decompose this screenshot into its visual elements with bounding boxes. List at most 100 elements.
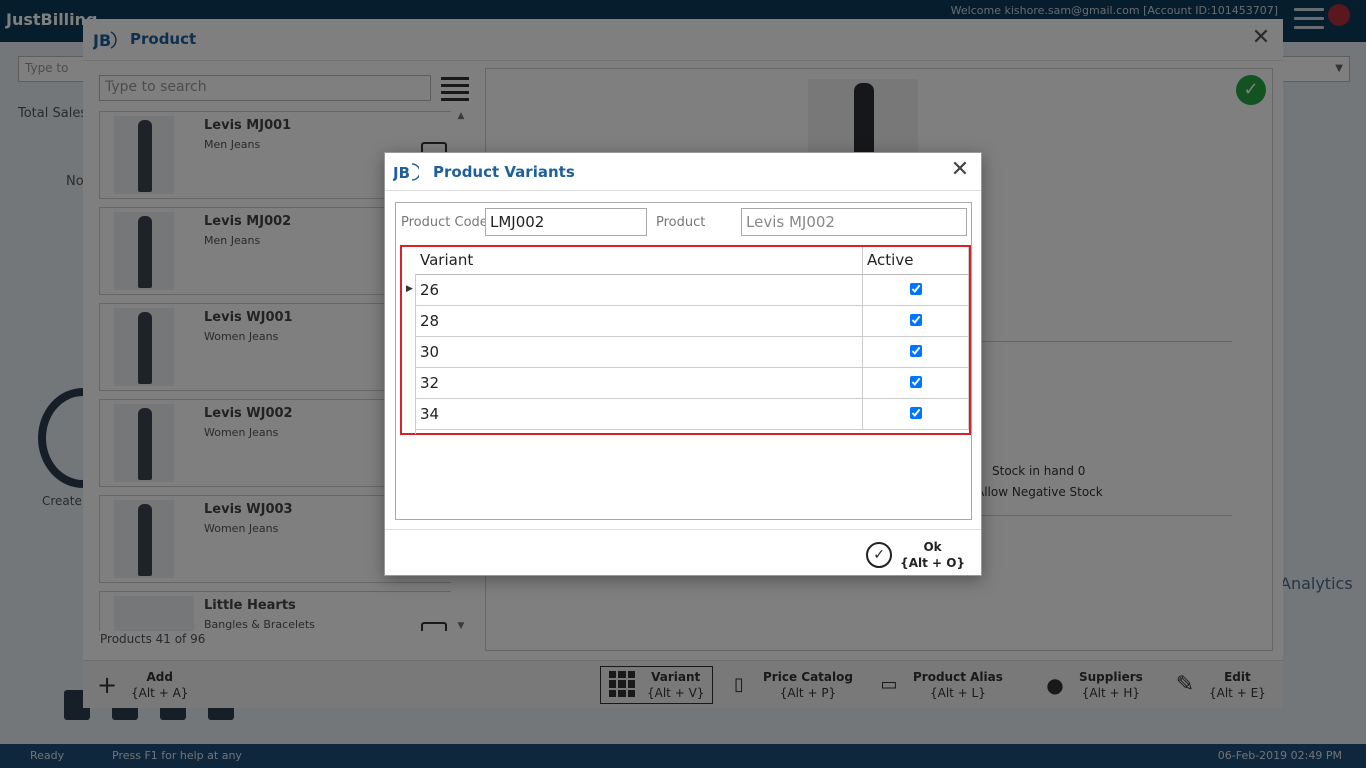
cart-icon[interactable] (421, 622, 447, 631)
add-label: Add (146, 670, 173, 684)
add-button[interactable]: + Add {Alt + A} (93, 666, 188, 704)
column-header-variant[interactable]: Variant (416, 247, 864, 275)
allow-negative-stock[interactable]: Allow Negative Stock (976, 485, 1103, 499)
product-category: Bangles & Bracelets (204, 618, 315, 631)
ok-label: Ok (923, 540, 942, 554)
jb-logo-icon: JB (393, 163, 419, 182)
active-cell[interactable] (862, 305, 969, 337)
close-icon[interactable]: ✕ (949, 159, 971, 182)
product-category: Women Jeans (204, 330, 279, 343)
product-thumbnail (114, 212, 174, 290)
divider (976, 341, 1232, 342)
divider (976, 515, 1232, 516)
catalog-icon: ▯ (734, 674, 744, 695)
table-row[interactable]: 32 (416, 367, 969, 399)
variants-grid: Variant Active 26 28 30 32 34 (416, 247, 969, 430)
add-shortcut: {Alt + A} (131, 686, 189, 700)
svg-text:JB: JB (93, 31, 111, 50)
product-photo (808, 79, 918, 159)
product-name: Little Hearts (204, 598, 296, 613)
product-thumbnail (114, 404, 174, 482)
active-checkbox[interactable] (909, 375, 922, 388)
edit-button[interactable]: ✎ Edit {Alt + E} (1171, 666, 1266, 704)
product-category: Men Jeans (204, 234, 261, 247)
edit-label: Edit (1224, 670, 1251, 684)
product-name-field[interactable] (741, 208, 967, 236)
variant-label: Variant (651, 670, 701, 684)
product-name: Levis WJ003 (204, 502, 293, 517)
variant-button[interactable]: Variant {Alt + V} (600, 666, 714, 704)
product-count: Products 41 of 96 (100, 632, 206, 646)
stock-in-hand: Stock in hand 0 (992, 464, 1086, 478)
price-catalog-label: Price Catalog (763, 670, 853, 684)
grid-icon (609, 671, 637, 699)
product-window-title: Product (130, 30, 197, 48)
product-alias-label: Product Alias (913, 670, 1003, 684)
product-variants-dialog: JB Product Variants ✕ Product Code Produ… (384, 152, 982, 576)
active-checkbox[interactable] (909, 406, 922, 419)
active-cell[interactable] (862, 274, 969, 306)
product-thumbnail (114, 596, 194, 631)
suppliers-button[interactable]: ● Suppliers {Alt + H} (1041, 666, 1143, 704)
row-header-column: ▶ (402, 274, 416, 434)
ok-shortcut: {Alt + O} (900, 556, 965, 570)
product-search-input[interactable]: Type to search (99, 75, 431, 101)
product-alias-button[interactable]: ▭ Product Alias {Alt + L} (875, 666, 1003, 704)
dialog-footer: ✓ Ok {Alt + O} (385, 529, 981, 575)
active-cell[interactable] (862, 367, 969, 399)
active-cell[interactable] (862, 398, 969, 430)
scroll-down-icon[interactable]: ▼ (455, 621, 467, 631)
jb-logo-icon: JB (93, 31, 117, 50)
table-row[interactable]: 34 (416, 398, 969, 430)
product-name: Levis MJ001 (204, 118, 292, 133)
ok-button[interactable]: ✓ Ok {Alt + O} (866, 538, 965, 572)
price-catalog-shortcut: {Alt + P} (779, 686, 837, 700)
product-thumbnail (114, 500, 174, 578)
variants-grid-highlight: ▶ Variant Active 26 28 30 32 34 (400, 245, 971, 435)
scroll-up-icon[interactable]: ▲ (455, 111, 467, 121)
product-category: Women Jeans (204, 426, 279, 439)
product-name: Levis MJ002 (204, 214, 292, 229)
dialog-title: Product Variants (433, 163, 575, 181)
list-view-icon[interactable] (441, 77, 469, 101)
active-checkbox[interactable] (909, 313, 922, 326)
variant-shortcut: {Alt + V} (647, 686, 705, 700)
edit-shortcut: {Alt + E} (1209, 686, 1266, 700)
suppliers-shortcut: {Alt + H} (1081, 686, 1141, 700)
product-thumbnail (114, 308, 174, 386)
product-code-label: Product Code (401, 215, 488, 230)
product-thumbnail (114, 116, 174, 194)
pencil-icon: ✎ (1175, 672, 1195, 697)
product-category: Men Jeans (204, 138, 261, 151)
table-row[interactable]: 30 (416, 336, 969, 368)
svg-text:JB: JB (393, 164, 410, 182)
variant-cell[interactable]: 28 (416, 305, 864, 337)
variant-cell[interactable]: 34 (416, 398, 864, 430)
supplier-icon: ● (1046, 673, 1064, 697)
active-cell[interactable] (862, 336, 969, 368)
column-header-active[interactable]: Active (862, 247, 969, 275)
check-circle-icon: ✓ (866, 542, 893, 568)
product-name: Levis WJ001 (204, 310, 293, 325)
suppliers-label: Suppliers (1079, 670, 1143, 684)
current-row-arrow-icon: ▶ (406, 284, 413, 294)
table-row[interactable]: 28 (416, 305, 969, 337)
product-alias-shortcut: {Alt + L} (929, 686, 986, 700)
product-code-field[interactable] (485, 208, 647, 236)
table-row[interactable]: 26 (416, 274, 969, 306)
variant-cell[interactable]: 26 (416, 274, 864, 306)
variant-cell[interactable]: 30 (416, 336, 864, 368)
variant-cell[interactable]: 32 (416, 367, 864, 399)
close-icon[interactable]: ✕ (1249, 27, 1273, 51)
list-item[interactable]: Little Hearts Bangles & Bracelets (99, 591, 451, 631)
price-catalog-button[interactable]: ▯ Price Catalog {Alt + P} (725, 666, 853, 704)
plus-icon: + (96, 671, 118, 699)
dialog-titlebar: JB Product Variants ✕ (385, 153, 981, 191)
product-category: Women Jeans (204, 522, 279, 535)
product-window-titlebar: JB Product ✕ (83, 19, 1283, 61)
active-checkbox[interactable] (909, 282, 922, 295)
product-name: Levis WJ002 (204, 406, 293, 421)
active-checkbox[interactable] (909, 344, 922, 357)
product-toolbar: + Add {Alt + A} Variant {Alt + V} ▯ Price … (83, 660, 1283, 708)
checkmark-icon[interactable]: ✓ (1236, 75, 1266, 105)
